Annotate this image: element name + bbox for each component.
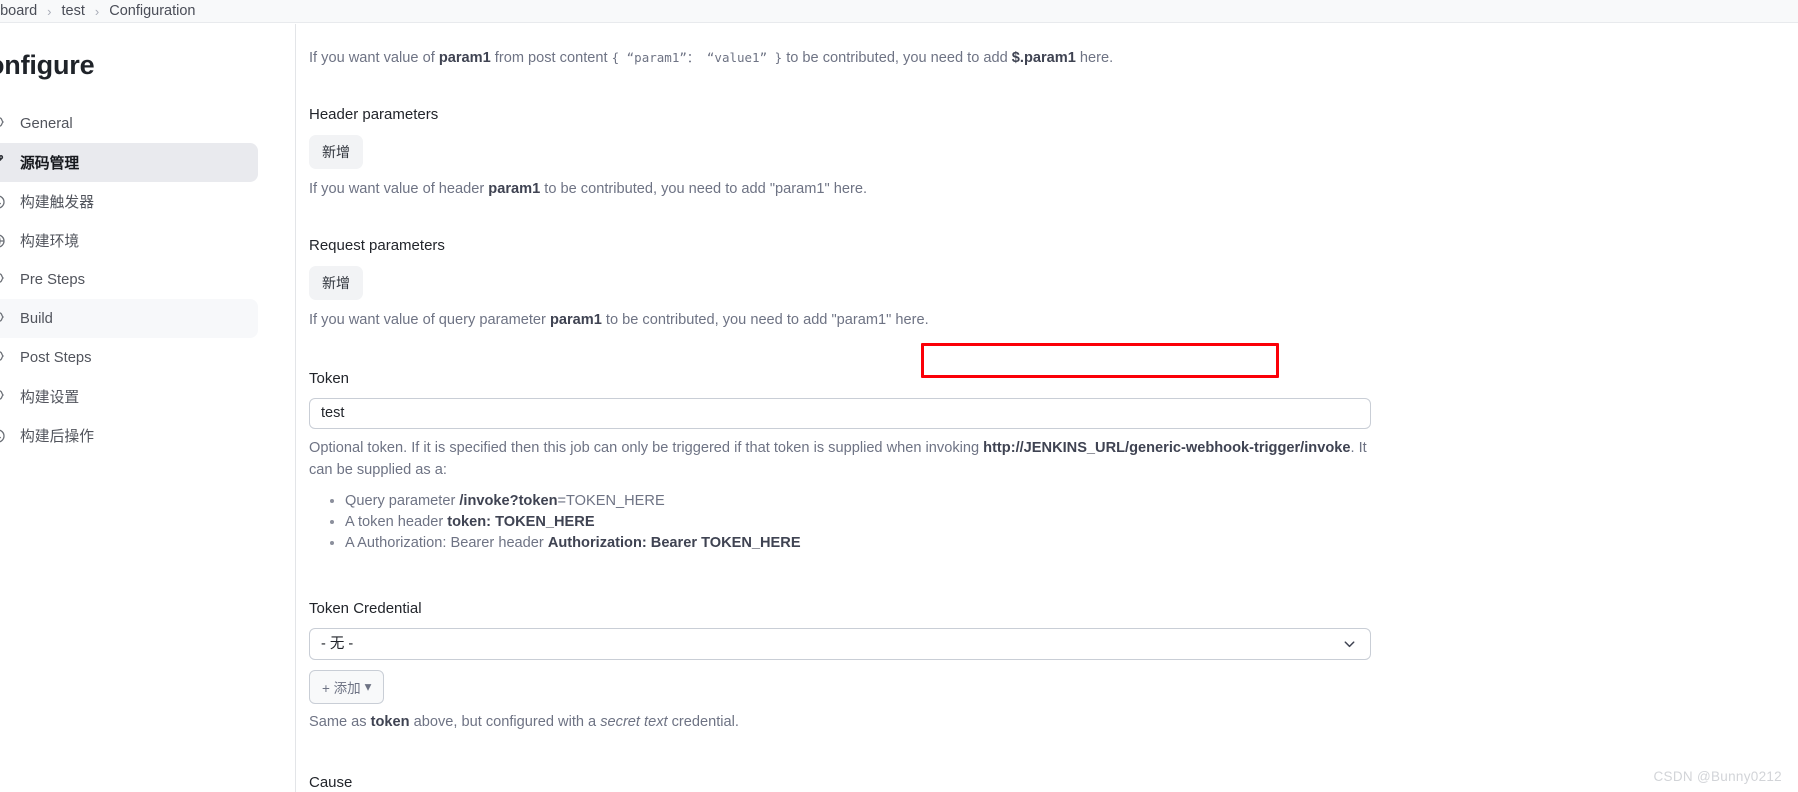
breadcrumb: hboard › test › Configuration bbox=[0, 0, 1798, 23]
branch-icon bbox=[0, 154, 10, 171]
sidebar-item-post-build-actions[interactable]: 构建后操作 bbox=[0, 416, 258, 455]
help-param-name: param1 bbox=[549, 311, 602, 328]
bullet-prefix: A Authorization: Bearer header bbox=[345, 535, 548, 552]
sidebar-item-pre-steps[interactable]: Pre Steps bbox=[0, 260, 258, 299]
sidebar-item-label: General bbox=[20, 115, 73, 132]
sidebar-item-label: Build bbox=[20, 310, 53, 327]
sidebar: onfigure General 源码管理 bbox=[0, 24, 296, 792]
page-title: onfigure bbox=[0, 50, 95, 80]
sidebar-item-label: 源码管理 bbox=[20, 156, 80, 172]
braces-icon bbox=[0, 272, 10, 288]
help-text-prefix: If you want value of header bbox=[309, 180, 489, 197]
configuration-form: If you want value of param1 from post co… bbox=[297, 36, 1798, 792]
sidebar-item-label: 构建环境 bbox=[20, 234, 80, 250]
breadcrumb-separator-icon: › bbox=[47, 3, 52, 19]
sidebar-item-label: 构建设置 bbox=[20, 390, 80, 406]
sidebar-nav-list: General 源码管理 构建触发器 构建环境 Pre Steps Build … bbox=[0, 104, 296, 455]
help-text-middle-2: to be contributed, you need to add bbox=[782, 50, 1012, 66]
add-request-parameter-button[interactable]: 新增 bbox=[309, 265, 363, 300]
bullet-prefix: Query parameter bbox=[345, 493, 460, 510]
breadcrumb-separator-icon: › bbox=[94, 3, 100, 19]
token-help-prefix: Optional token. If it is specified then … bbox=[309, 439, 984, 456]
sidebar-item-label: Post Steps bbox=[20, 349, 92, 366]
bullet-prefix: A token header bbox=[345, 514, 448, 531]
clock-icon bbox=[0, 428, 10, 444]
help-json-sample: { “param1”： “value1” } bbox=[611, 50, 783, 65]
help-text-suffix: here. bbox=[1075, 50, 1114, 66]
sidebar-item-label: 构建触发器 bbox=[20, 195, 94, 211]
sidebar-item-label: 构建后操作 bbox=[20, 429, 94, 445]
token-credential-select[interactable]: - 无 - bbox=[309, 628, 1371, 661]
request-parameters-label: Request parameters bbox=[309, 236, 445, 254]
help-text-suffix: to be contributed, you need to add "para… bbox=[540, 180, 867, 197]
help-param-name: param1 bbox=[488, 180, 541, 197]
token-credential-select-wrap[interactable]: - 无 - bbox=[309, 628, 1371, 661]
post-content-help-text: If you want value of param1 from post co… bbox=[309, 36, 1798, 70]
header-parameters-help-text: If you want value of header param1 to be… bbox=[309, 179, 1798, 201]
breadcrumb-item-dashboard[interactable]: hboard bbox=[0, 3, 37, 19]
cause-label: Cause bbox=[309, 774, 353, 792]
help-text-middle: above, but configured with a bbox=[409, 714, 601, 731]
sidebar-item-post-steps[interactable]: Post Steps bbox=[0, 338, 258, 377]
help-text-prefix: If you want value of query parameter bbox=[309, 311, 550, 328]
list-item: Query parameter /invoke?token=TOKEN_HERE bbox=[345, 491, 1798, 512]
help-text-middle: from post content bbox=[490, 50, 612, 66]
request-parameters-help-text: If you want value of query parameter par… bbox=[309, 310, 1798, 332]
list-item: A Authorization: Bearer header Authoriza… bbox=[345, 533, 1798, 554]
caret-down-icon: ▾ bbox=[364, 679, 372, 695]
globe-icon bbox=[0, 233, 10, 249]
help-text-suffix: credential. bbox=[667, 714, 739, 731]
help-italic: secret text bbox=[600, 714, 668, 731]
help-text-suffix: to be contributed, you need to add "para… bbox=[601, 311, 929, 328]
main-content: If you want value of param1 from post co… bbox=[297, 24, 1798, 792]
sidebar-item-source-code-management[interactable]: 源码管理 bbox=[0, 143, 258, 182]
sidebar-item-label: Pre Steps bbox=[20, 271, 85, 288]
braces-icon bbox=[0, 311, 10, 327]
braces-icon bbox=[0, 350, 10, 366]
token-credential-add-row: + 添加 ▾ bbox=[309, 670, 1798, 705]
sidebar-item-build-triggers[interactable]: 构建触发器 bbox=[0, 182, 258, 221]
sidebar-item-general[interactable]: General bbox=[0, 104, 258, 143]
add-header-parameter-button[interactable]: 新增 bbox=[309, 134, 363, 169]
add-credential-label: + 添加 bbox=[322, 681, 361, 697]
breadcrumb-item-test[interactable]: test bbox=[62, 3, 85, 19]
bullet-bold: /invoke?token bbox=[459, 493, 558, 510]
help-bold: token bbox=[370, 714, 410, 731]
help-text-prefix: If you want value of bbox=[309, 50, 439, 66]
token-label: Token bbox=[309, 369, 350, 387]
clock-icon bbox=[0, 194, 10, 210]
bullet-bold: token: TOKEN_HERE bbox=[447, 514, 595, 531]
header-parameters-add-row: 新增 bbox=[309, 134, 1798, 169]
braces-icon bbox=[0, 389, 10, 405]
help-jsonpath-expr: $.param1 bbox=[1011, 50, 1076, 66]
request-parameters-add-row: 新增 bbox=[309, 265, 1798, 300]
token-field-row bbox=[309, 397, 1798, 429]
braces-icon bbox=[0, 116, 10, 132]
token-credential-help-text: Same as token above, but configured with… bbox=[309, 712, 1798, 734]
sidebar-item-build[interactable]: Build bbox=[0, 299, 258, 338]
token-input[interactable] bbox=[309, 397, 1371, 429]
sidebar-item-build-settings[interactable]: 构建设置 bbox=[0, 377, 258, 416]
token-help-url: http://JENKINS_URL/generic-webhook-trigg… bbox=[983, 439, 1351, 456]
watermark: CSDN @Bunny0212 bbox=[1653, 769, 1782, 784]
help-param-name: param1 bbox=[438, 50, 491, 66]
breadcrumb-item-configuration[interactable]: Configuration bbox=[109, 3, 195, 19]
bullet-bold: Authorization: Bearer TOKEN_HERE bbox=[547, 535, 801, 552]
sidebar-item-build-environment[interactable]: 构建环境 bbox=[0, 221, 258, 260]
bullet-suffix: =TOKEN_HERE bbox=[557, 493, 665, 510]
header-parameters-label: Header parameters bbox=[309, 105, 439, 123]
token-supply-methods-list: Query parameter /invoke?token=TOKEN_HERE… bbox=[309, 491, 1798, 554]
help-text-prefix: Same as bbox=[309, 714, 371, 731]
list-item: A token header token: TOKEN_HERE bbox=[345, 512, 1798, 533]
token-credential-label: Token Credential bbox=[309, 600, 422, 618]
token-help-text: Optional token. If it is specified then … bbox=[309, 438, 1371, 482]
add-credential-button[interactable]: + 添加 ▾ bbox=[309, 670, 385, 705]
